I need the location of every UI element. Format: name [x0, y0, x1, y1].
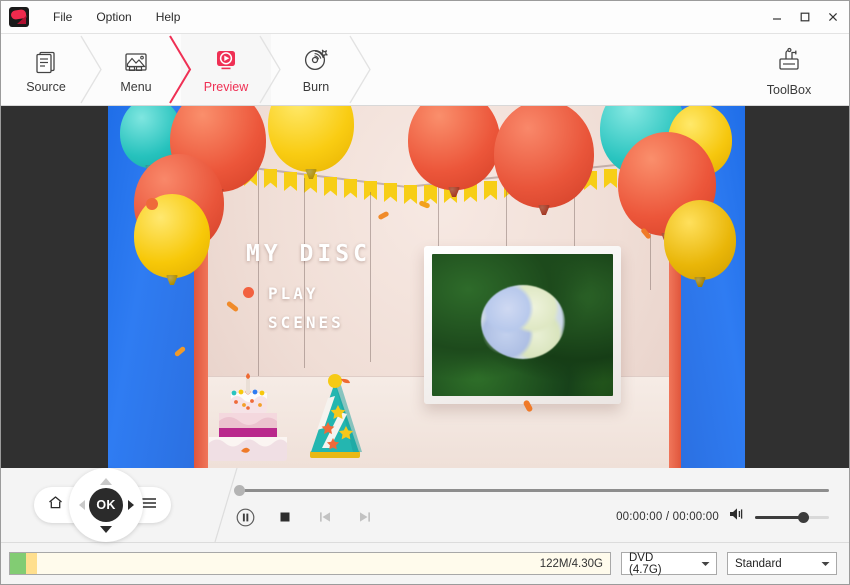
balloon-yellow: [664, 200, 736, 280]
pause-button[interactable]: [234, 506, 256, 528]
time-display: 00:00:00 / 00:00:00: [616, 511, 719, 523]
close-button[interactable]: [819, 2, 847, 32]
balloon-yellow: [134, 194, 210, 278]
decoration-party-hat: [304, 372, 366, 460]
volume-fill: [755, 516, 802, 519]
toolbox-button[interactable]: ToolBox: [743, 34, 835, 105]
tab-source-label: Source: [26, 80, 66, 95]
title-bar: File Option Help: [1, 1, 849, 34]
documents-icon: [31, 45, 61, 77]
arrow-left-icon[interactable]: [79, 500, 85, 510]
quality-value: Standard: [735, 558, 782, 570]
chevron-down-icon[interactable]: [687, 561, 710, 567]
preview-menu-item-play[interactable]: PLAY: [268, 284, 319, 303]
preview-menu-title: MY DISC: [246, 241, 371, 267]
tab-burn[interactable]: Burn: [271, 34, 361, 105]
disc-burn-icon: [300, 45, 332, 77]
workflow-tabs: Source Menu: [1, 34, 361, 105]
main-toolbar: Source Menu: [1, 34, 849, 106]
balloon-string: [304, 178, 305, 368]
preview-menu-selection-dot: [243, 287, 254, 298]
preview-video[interactable]: MY DISC PLAY SCENES: [108, 106, 745, 468]
seek-track[interactable]: [244, 489, 829, 492]
playback-controls-bar: OK: [1, 468, 849, 543]
balloon-red: [494, 106, 594, 208]
decoration-cake: [203, 373, 293, 463]
capacity-label: 122M/4.30G: [540, 558, 603, 570]
preview-photo-frame: [424, 246, 621, 404]
menu-file[interactable]: File: [41, 6, 84, 28]
preview-play-icon: [210, 45, 242, 77]
tab-preview-label: Preview: [204, 80, 248, 95]
maximize-button[interactable]: [791, 2, 819, 32]
balloon-string: [370, 192, 371, 362]
app-logo-icon: [9, 7, 29, 27]
preview-stage[interactable]: MY DISC PLAY SCENES: [1, 106, 849, 468]
toolbox-icon: [773, 43, 805, 80]
hydrangea-bloom: [481, 285, 565, 359]
preview-menu-item-scenes[interactable]: SCENES: [268, 313, 344, 332]
tab-preview[interactable]: Preview: [181, 34, 271, 105]
arrow-up-icon[interactable]: [100, 478, 112, 485]
tab-menu-label: Menu: [120, 80, 151, 95]
ok-button[interactable]: OK: [89, 488, 123, 522]
capacity-used-segment: [10, 553, 26, 574]
disc-capacity-bar: 122M/4.30G: [9, 552, 611, 575]
chevron-down-icon[interactable]: [807, 561, 830, 567]
app-window: File Option Help: [0, 0, 850, 585]
quality-select[interactable]: Standard: [727, 552, 837, 575]
seek-bar[interactable]: [234, 485, 829, 495]
tab-source[interactable]: Source: [1, 34, 91, 105]
disc-type-value: DVD (4.7G): [629, 552, 687, 576]
minimize-button[interactable]: [763, 2, 791, 32]
dvd-navigation-pad: OK: [1, 468, 226, 542]
dpad-circle: OK: [69, 468, 143, 542]
seek-handle[interactable]: [234, 485, 245, 496]
tab-burn-label: Burn: [303, 80, 329, 95]
tab-menu[interactable]: Menu: [91, 34, 181, 105]
time-and-volume: 00:00:00 / 00:00:00: [616, 506, 831, 527]
volume-handle[interactable]: [798, 512, 809, 523]
stop-button[interactable]: [274, 506, 296, 528]
window-controls: [763, 1, 847, 33]
volume-slider[interactable]: [755, 507, 831, 527]
confetti: [146, 198, 158, 210]
playback-buttons: [234, 506, 376, 528]
arrow-right-icon[interactable]: [128, 500, 134, 510]
capacity-reserved-segment: [26, 553, 37, 574]
status-bar: 122M/4.30G DVD (4.7G) Standard: [1, 543, 849, 584]
menu-help[interactable]: Help: [144, 6, 193, 28]
arrow-down-icon[interactable]: [100, 526, 112, 533]
preview-photo-hydrangea: [432, 254, 613, 396]
home-icon[interactable]: [47, 494, 64, 516]
previous-chapter-button[interactable]: [314, 506, 336, 528]
playback-section: 00:00:00 / 00:00:00: [226, 468, 849, 542]
toolbox-label: ToolBox: [767, 83, 811, 97]
balloon-string: [258, 166, 259, 376]
menu-bar: File Option Help: [41, 6, 192, 28]
menu-option[interactable]: Option: [84, 6, 143, 28]
volume-icon[interactable]: [728, 506, 746, 527]
image-template-icon: [121, 45, 151, 77]
next-chapter-button[interactable]: [354, 506, 376, 528]
disc-type-select[interactable]: DVD (4.7G): [621, 552, 717, 575]
